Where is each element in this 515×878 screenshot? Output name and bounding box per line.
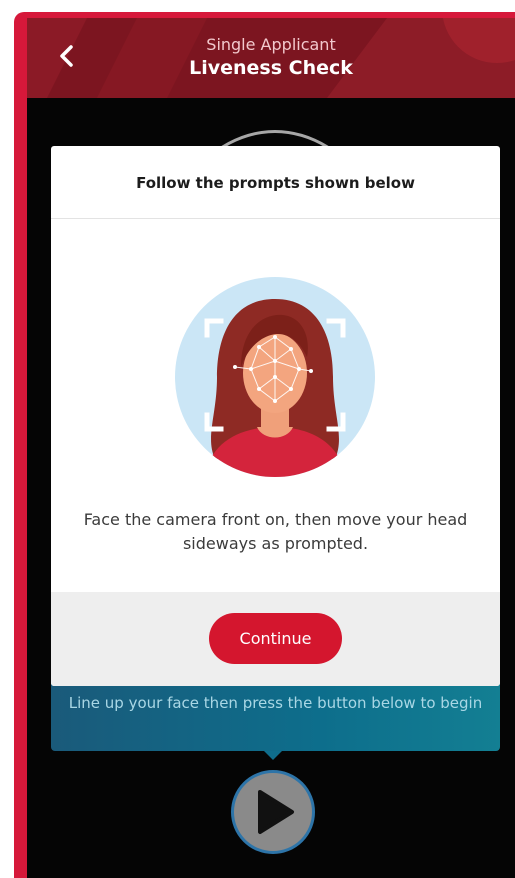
- banner-pointer: [264, 751, 282, 760]
- modal-divider: [51, 218, 500, 219]
- continue-button[interactable]: Continue: [209, 613, 342, 664]
- face-scan-illustration: [175, 277, 375, 477]
- modal-title: Follow the prompts shown below: [136, 174, 415, 192]
- start-capture-button[interactable]: [231, 770, 315, 854]
- modal-footer: Continue: [51, 592, 500, 686]
- app-header: Single Applicant Liveness Check: [27, 18, 515, 98]
- instruction-text: Line up your face then press the button …: [68, 694, 483, 712]
- page-title: Liveness Check: [189, 57, 353, 79]
- camera-screen: Single Applicant Liveness Check Line up …: [27, 18, 515, 878]
- prompt-modal: Follow the prompts shown below Face the …: [51, 146, 500, 686]
- app-screen: Single Applicant Liveness Check Line up …: [0, 0, 515, 878]
- instructions-text: Face the camera front on, then move your…: [83, 510, 468, 553]
- header-subtitle: Single Applicant: [206, 35, 336, 54]
- play-icon: [258, 790, 294, 834]
